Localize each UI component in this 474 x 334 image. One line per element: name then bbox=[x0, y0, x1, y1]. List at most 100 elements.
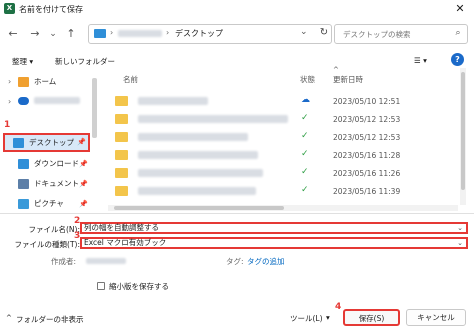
step-badge-1: 1 bbox=[4, 120, 11, 130]
desktop-folder-icon bbox=[94, 29, 106, 38]
desktop-icon bbox=[13, 138, 24, 148]
sidebar-item-downloads[interactable]: ダウンロード 📌 bbox=[14, 156, 90, 172]
filetype-value: Excel マクロ有効ブック bbox=[84, 238, 167, 247]
up-arrow-icon[interactable]: ↑ bbox=[64, 27, 78, 41]
back-arrow-icon[interactable]: ← bbox=[6, 27, 20, 41]
hide-folders-button[interactable]: フォルダーの非表示 bbox=[16, 314, 84, 325]
file-name bbox=[138, 151, 258, 159]
window-title: 名前を付けて保存 bbox=[19, 5, 83, 14]
column-name[interactable]: 名前 bbox=[123, 74, 138, 85]
tools-button[interactable]: ツール(L) bbox=[290, 313, 323, 324]
folder-icon bbox=[115, 114, 128, 124]
table-row[interactable]: ✓ 2023/05/16 11:26 bbox=[108, 164, 458, 182]
modified-date: 2023/05/10 12:51 bbox=[333, 97, 401, 106]
tools-dropdown-icon[interactable]: ▾ bbox=[326, 313, 330, 322]
chevron-up-icon[interactable]: ^ bbox=[6, 314, 12, 322]
filename-input[interactable]: 列の幅を自動調整する ⌄ bbox=[80, 222, 468, 234]
horizontal-scroll-thumb[interactable] bbox=[114, 206, 284, 210]
filetype-select[interactable]: Excel マクロ有効ブック ⌄ bbox=[80, 237, 468, 249]
author-value[interactable] bbox=[86, 258, 126, 264]
search-icon[interactable]: ⌕ bbox=[452, 27, 464, 39]
pin-icon[interactable]: 📌 bbox=[79, 156, 88, 172]
file-name bbox=[138, 187, 256, 195]
sidebar-item-documents[interactable]: ドキュメント 📌 bbox=[14, 176, 90, 192]
modified-date: 2023/05/16 11:26 bbox=[333, 169, 401, 178]
address-current[interactable]: デスクトップ bbox=[175, 28, 223, 39]
file-name bbox=[138, 115, 288, 123]
table-row[interactable]: ✓ 2023/05/12 12:53 bbox=[108, 128, 458, 146]
sidebar-item-onedrive[interactable] bbox=[34, 97, 80, 104]
cancel-button[interactable]: キャンセル bbox=[406, 309, 466, 326]
pin-icon[interactable]: 📌 bbox=[79, 176, 88, 192]
folder-icon bbox=[115, 168, 128, 178]
cloud-icon bbox=[18, 97, 29, 105]
synced-status-icon: ✓ bbox=[301, 149, 309, 159]
forward-arrow-icon[interactable]: → bbox=[28, 27, 42, 41]
column-modified[interactable]: 更新日時 bbox=[333, 74, 363, 85]
chevron-down-icon[interactable]: ⌄ bbox=[457, 224, 463, 232]
modified-date: 2023/05/12 12:53 bbox=[333, 133, 401, 142]
thumbnail-label: 縮小版を保存する bbox=[109, 282, 169, 291]
thumbnail-checkbox[interactable] bbox=[97, 282, 105, 290]
modified-date: 2023/05/16 11:28 bbox=[333, 151, 401, 160]
file-name bbox=[138, 133, 248, 141]
table-row[interactable]: ☁ 2023/05/10 12:51 bbox=[108, 92, 458, 110]
expand-home-icon[interactable]: › bbox=[8, 77, 11, 86]
help-icon[interactable]: ? bbox=[451, 53, 464, 66]
modified-date: 2023/05/16 11:39 bbox=[333, 187, 401, 196]
view-menu-button[interactable]: ☰ ▾ bbox=[414, 56, 427, 65]
download-icon bbox=[18, 159, 29, 169]
sidebar-item-label: ホーム bbox=[34, 77, 57, 86]
synced-status-icon: ✓ bbox=[301, 131, 309, 141]
vertical-scroll-thumb[interactable] bbox=[461, 72, 465, 190]
filename-label: ファイル名(N): bbox=[28, 225, 81, 234]
sidebar-item-pictures[interactable]: ピクチャ 📌 bbox=[14, 196, 90, 212]
organize-button[interactable]: 整理 ▾ bbox=[12, 56, 33, 67]
file-name bbox=[138, 169, 263, 177]
column-status[interactable]: 状態 bbox=[300, 74, 315, 85]
pin-icon[interactable]: 📌 bbox=[79, 196, 88, 212]
sidebar-item-label: ダウンロード bbox=[34, 159, 79, 168]
folder-icon bbox=[115, 96, 128, 106]
save-button[interactable]: 保存(S) bbox=[343, 309, 400, 326]
add-tag-link[interactable]: タグの追加 bbox=[247, 256, 285, 267]
address-separator: › bbox=[110, 28, 114, 37]
folder-icon bbox=[115, 150, 128, 160]
chevron-down-icon[interactable]: ⌄ bbox=[457, 239, 463, 247]
filetype-label: ファイルの種類(T): bbox=[14, 240, 80, 249]
home-icon bbox=[18, 77, 29, 87]
refresh-icon[interactable]: ↻ bbox=[318, 27, 330, 39]
sidebar-item-home[interactable]: ホーム bbox=[14, 74, 90, 90]
address-dropdown-icon[interactable]: ⌄ bbox=[300, 27, 308, 37]
table-row[interactable]: ✓ 2023/05/12 12:53 bbox=[108, 110, 458, 128]
new-folder-button[interactable]: 新しいフォルダー bbox=[55, 56, 115, 67]
folder-icon bbox=[115, 186, 128, 196]
recent-dropdown-icon[interactable]: ⌄ bbox=[46, 27, 60, 41]
folder-icon bbox=[115, 132, 128, 142]
file-list-header: 名前 ^ 状態 更新日時 bbox=[108, 66, 458, 86]
search-placeholder: デスクトップの検索 bbox=[343, 30, 411, 39]
sort-ascending-icon: ^ bbox=[333, 66, 339, 74]
filename-value: 列の幅を自動調整する bbox=[84, 223, 159, 232]
expand-onedrive-icon[interactable]: › bbox=[8, 97, 11, 106]
cloud-status-icon: ☁ bbox=[301, 95, 310, 105]
tag-label: タグ: bbox=[226, 257, 244, 266]
sidebar-item-label: デスクトップ bbox=[29, 138, 74, 147]
table-row[interactable]: ✓ 2023/05/16 11:39 bbox=[108, 182, 458, 200]
modified-date: 2023/05/12 12:53 bbox=[333, 115, 401, 124]
sidebar-item-label: ドキュメント bbox=[34, 179, 79, 188]
sidebar-scrollbar[interactable] bbox=[92, 78, 97, 138]
file-name bbox=[138, 97, 208, 105]
synced-status-icon: ✓ bbox=[301, 167, 309, 177]
pictures-icon bbox=[18, 199, 29, 209]
step-badge-4: 4 bbox=[335, 302, 342, 312]
divider bbox=[0, 213, 474, 214]
close-icon[interactable]: ✕ bbox=[450, 1, 470, 17]
synced-status-icon: ✓ bbox=[301, 113, 309, 123]
sidebar-item-desktop[interactable]: デスクトップ 📌 bbox=[3, 133, 90, 152]
synced-status-icon: ✓ bbox=[301, 185, 309, 195]
table-row[interactable]: ✓ 2023/05/16 11:28 bbox=[108, 146, 458, 164]
document-icon bbox=[18, 179, 29, 189]
pin-icon[interactable]: 📌 bbox=[77, 135, 86, 150]
address-user-segment[interactable] bbox=[118, 30, 162, 37]
